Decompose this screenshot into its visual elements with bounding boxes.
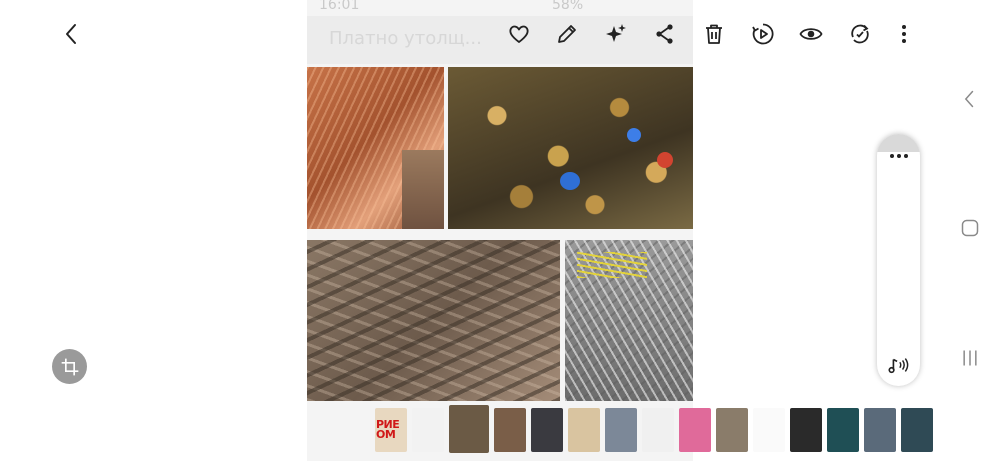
photo-tile-rods <box>307 240 560 401</box>
more-options-button[interactable] <box>889 19 919 49</box>
nav-back-icon <box>964 90 974 108</box>
thumbnail[interactable] <box>605 408 637 452</box>
video-icon <box>752 23 774 45</box>
thumbnail[interactable] <box>568 408 600 452</box>
ai-edit-button[interactable] <box>601 19 631 49</box>
visibility-icon <box>799 28 823 40</box>
create-video-button[interactable] <box>748 19 778 49</box>
back-button[interactable] <box>57 19 87 49</box>
sparkle-icon <box>606 24 626 42</box>
floating-panel[interactable] <box>877 134 920 386</box>
edit-button[interactable] <box>552 19 582 49</box>
thumbnail-label: РИЕ ОМ <box>376 418 400 441</box>
photo-detail-blue-cap <box>560 172 580 190</box>
nav-back-button[interactable] <box>958 86 982 112</box>
thumbnail[interactable] <box>716 408 748 452</box>
thumbnail[interactable] <box>531 408 563 452</box>
floating-panel-sound-button[interactable] <box>883 352 913 378</box>
thumbnail-strip[interactable]: РИЕ ОМ <box>375 405 933 454</box>
edit-icon <box>558 25 576 43</box>
nav-recents-button[interactable] <box>958 345 982 371</box>
more-icon <box>902 25 906 43</box>
share-button[interactable] <box>650 19 680 49</box>
status-time: 16:01 <box>319 0 360 13</box>
thumbnail[interactable] <box>790 408 822 452</box>
photo-tile-brass-fittings <box>448 67 693 229</box>
crop-button[interactable] <box>52 349 87 384</box>
gallery-viewer: 16:01 58% Платно утолщ... РИЕ ОМ <box>0 0 1000 461</box>
thumbnail[interactable] <box>494 408 526 452</box>
nav-home-icon <box>961 219 979 237</box>
photo-viewer[interactable]: 16:01 58% Платно утолщ... <box>307 0 693 461</box>
music-sound-icon <box>888 358 909 374</box>
delete-button[interactable] <box>699 19 729 49</box>
remaster-button[interactable] <box>845 19 875 49</box>
thumbnail[interactable] <box>753 408 785 452</box>
photo-header-text: Платно утолщ... <box>329 28 482 49</box>
thumbnail[interactable] <box>901 408 933 452</box>
thumbnail[interactable] <box>827 408 859 452</box>
thumbnail[interactable] <box>679 408 711 452</box>
status-battery: 58% <box>552 0 584 13</box>
heart-icon <box>509 25 529 43</box>
bixby-vision-button[interactable] <box>796 19 826 49</box>
nav-home-button[interactable] <box>958 216 982 240</box>
rotate-icon <box>851 24 869 44</box>
thumbnail[interactable] <box>412 408 444 452</box>
photo-detail-red-cap <box>657 152 673 168</box>
thumbnail[interactable] <box>864 408 896 452</box>
photo-tile-box <box>402 150 444 229</box>
photo-detail-blue-cap <box>627 128 641 142</box>
thumbnail[interactable]: РИЕ ОМ <box>375 408 407 452</box>
nav-recents-icon <box>963 350 977 366</box>
delete-icon <box>706 24 722 44</box>
thumbnail-current[interactable] <box>449 405 489 453</box>
thumbnail[interactable] <box>642 408 674 452</box>
crop-icon <box>61 358 78 375</box>
floating-panel-more-icon[interactable] <box>884 150 914 162</box>
favorite-button[interactable] <box>504 19 534 49</box>
back-icon <box>66 24 76 44</box>
share-icon <box>656 24 673 44</box>
photo-detail-yellow-wires <box>577 252 647 278</box>
